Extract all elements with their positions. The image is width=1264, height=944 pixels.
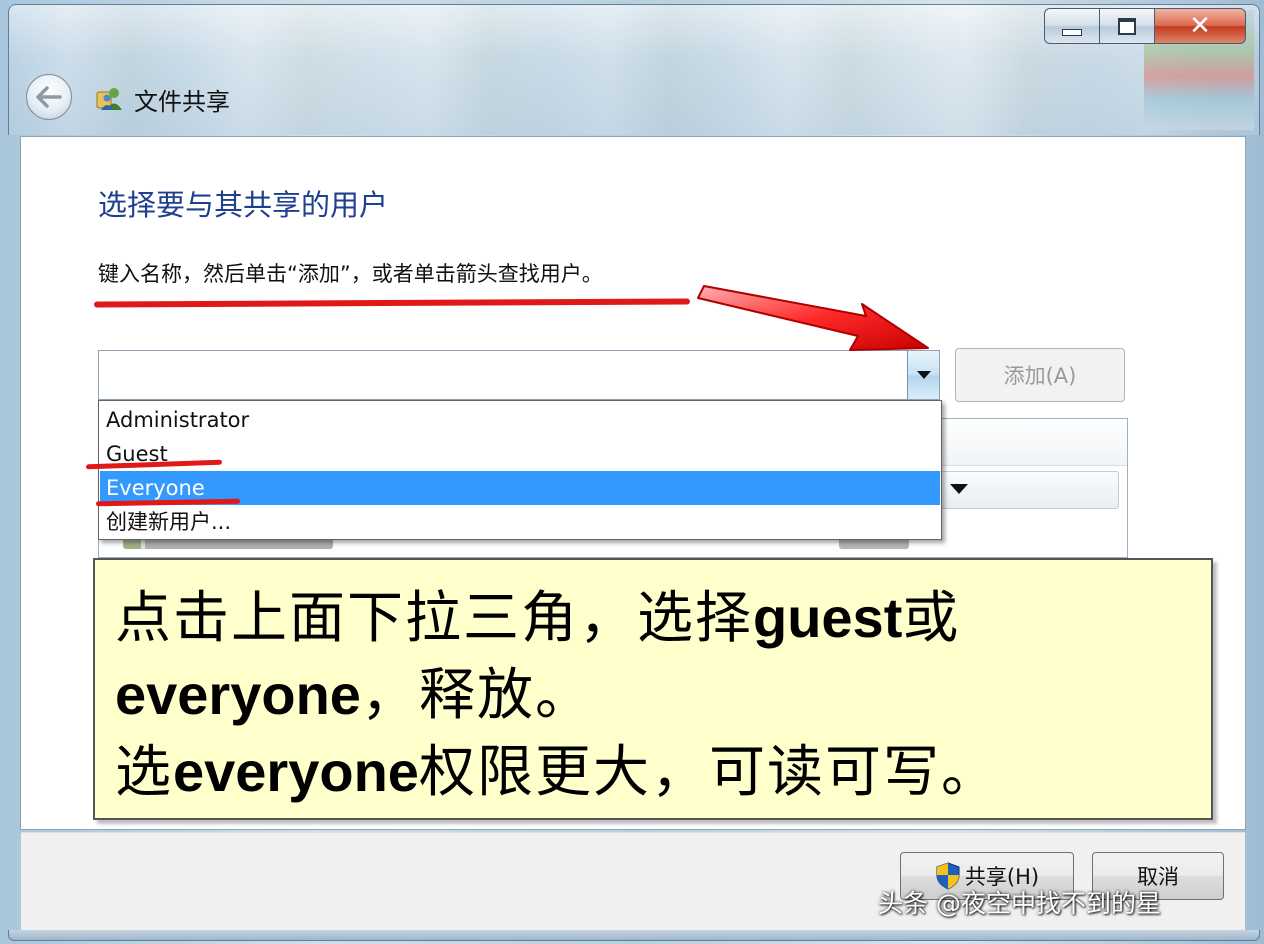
callout-keyword: guest [753, 586, 903, 649]
users-icon [96, 88, 122, 110]
back-button[interactable] [26, 74, 72, 120]
maximize-button[interactable] [1099, 8, 1155, 44]
user-dropdown-list: Administrator Guest Everyone 创建新用户... [98, 400, 942, 540]
callout-text: 权限更大，可读可写。 [418, 740, 999, 805]
maximize-icon [1118, 17, 1136, 35]
callout-text: 选 [115, 740, 173, 805]
permission-level-dropdown[interactable] [919, 471, 1119, 509]
window-title: 文件共享 [134, 88, 230, 116]
page-title: 选择要与其共享的用户 [98, 188, 389, 222]
minimize-button[interactable] [1044, 8, 1100, 44]
add-button[interactable]: 添加(A) [955, 348, 1125, 402]
close-button[interactable]: ✕ [1154, 8, 1246, 44]
dropdown-item-create-new-user[interactable]: 创建新用户... [100, 505, 940, 539]
close-icon: ✕ [1189, 11, 1211, 41]
window-frame-bottom [8, 930, 1260, 941]
callout-text: 点击上面下拉三角，选择 [115, 586, 753, 651]
watermark: 头条 @夜空中找不到的星 [878, 889, 1161, 918]
dropdown-item-administrator[interactable]: Administrator [100, 403, 940, 437]
arrow-left-icon [36, 86, 62, 108]
chevron-down-icon [950, 484, 968, 494]
dropdown-item-guest[interactable]: Guest [100, 437, 940, 471]
red-arrow-annotation [697, 285, 929, 351]
chevron-down-icon [916, 371, 931, 379]
callout-text: 或 [902, 586, 961, 651]
callout-keyword: everyone [173, 740, 419, 803]
instruction-text: 键入名称，然后单击“添加”，或者单击箭头查找用户。 [98, 262, 603, 286]
callout-keyword: everyone [115, 663, 361, 726]
callout-text: ，释放。 [360, 663, 593, 728]
annotation-callout: 点击上面下拉三角，选择guest或 everyone，释放。 选everyone… [93, 558, 1213, 820]
minimize-icon [1062, 28, 1082, 36]
